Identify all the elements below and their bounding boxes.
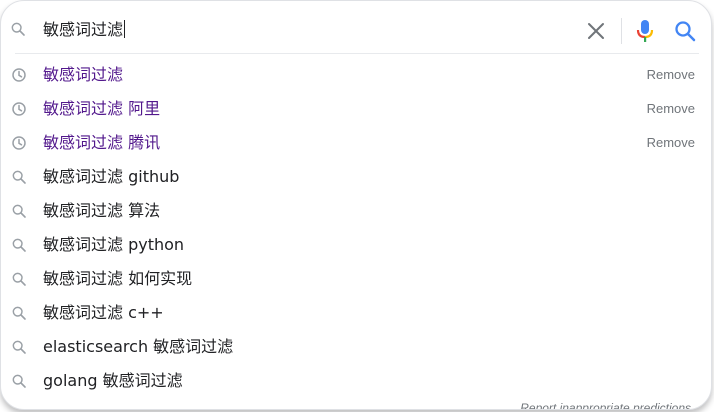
search-icon xyxy=(11,339,27,355)
text-caret xyxy=(124,20,126,38)
clock-icon xyxy=(11,67,27,83)
suggestion-item[interactable]: elasticsearch 敏感词过滤 xyxy=(1,330,711,364)
suggestion-item[interactable]: 敏感词过滤 阿里 Remove xyxy=(1,92,711,126)
search-icon xyxy=(11,373,27,389)
search-icon xyxy=(11,305,27,321)
divider xyxy=(621,18,622,44)
suggestion-label: 敏感词过滤 阿里 xyxy=(43,99,161,118)
suggestion-item[interactable]: 敏感词过滤 Remove xyxy=(1,58,711,92)
clear-button[interactable] xyxy=(585,20,607,42)
search-icon xyxy=(11,203,27,219)
suggestion-label: 敏感词过滤 腾讯 xyxy=(43,133,161,152)
suggestion-item[interactable]: 敏感词过滤 如何实现 xyxy=(1,262,711,296)
search-icon xyxy=(11,271,27,287)
clock-icon xyxy=(11,101,27,117)
search-icon xyxy=(675,21,696,42)
suggestion-item[interactable]: 敏感词过滤 python xyxy=(1,228,711,262)
remove-button[interactable]: Remove xyxy=(647,135,695,151)
search-icon xyxy=(10,21,26,37)
remove-button[interactable]: Remove xyxy=(647,101,695,117)
suggestion-item[interactable]: 敏感词过滤 c++ xyxy=(1,296,711,330)
search-autocomplete-panel: 敏感词过滤 敏感词过滤 Remove 敏感词过滤 阿里 Remove 敏感词过滤… xyxy=(0,0,712,410)
suggestion-item[interactable]: 敏感词过滤 算法 xyxy=(1,194,711,228)
suggestion-label: 敏感词过滤 xyxy=(43,65,124,84)
search-input[interactable]: 敏感词过滤 xyxy=(43,19,126,41)
suggestion-label: 敏感词过滤 算法 xyxy=(43,201,161,220)
search-submit-button[interactable] xyxy=(673,19,697,43)
suggestion-label: 敏感词过滤 c++ xyxy=(43,303,164,322)
search-icon xyxy=(11,237,27,253)
suggestion-item[interactable]: 敏感词过滤 腾讯 Remove xyxy=(1,126,711,160)
voice-search-button[interactable] xyxy=(634,19,656,43)
suggestion-label: 敏感词过滤 python xyxy=(43,235,185,254)
suggestion-label: elasticsearch 敏感词过滤 xyxy=(43,337,234,356)
divider xyxy=(15,53,699,54)
suggestion-item[interactable]: golang 敏感词过滤 xyxy=(1,364,711,398)
report-predictions-link[interactable]: Report inappropriate predictions xyxy=(520,400,691,409)
suggestion-label: 敏感词过滤 github xyxy=(43,167,180,186)
search-input-value: 敏感词过滤 xyxy=(43,20,124,39)
remove-button[interactable]: Remove xyxy=(647,67,695,83)
search-bar: 敏感词过滤 xyxy=(1,1,711,53)
suggestion-label: 敏感词过滤 如何实现 xyxy=(43,269,193,288)
suggestion-label: golang 敏感词过滤 xyxy=(43,371,183,390)
clock-icon xyxy=(11,135,27,151)
search-icon xyxy=(11,169,27,185)
close-icon xyxy=(588,23,604,39)
suggestion-list: 敏感词过滤 Remove 敏感词过滤 阿里 Remove 敏感词过滤 腾讯 Re… xyxy=(1,58,711,398)
microphone-icon xyxy=(636,20,654,42)
suggestion-item[interactable]: 敏感词过滤 github xyxy=(1,160,711,194)
